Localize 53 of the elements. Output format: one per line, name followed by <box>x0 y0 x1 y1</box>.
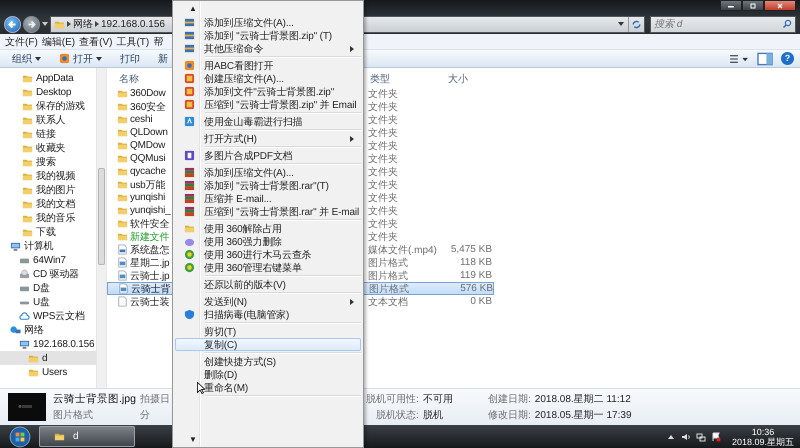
file-name: 软件安全 <box>130 218 170 230</box>
file-type: 文本文档 <box>368 296 409 308</box>
clock-time: 10:36 <box>752 426 774 436</box>
file-type: 文件夹 <box>368 204 399 218</box>
file-type: 文件夹 <box>368 114 399 126</box>
file-type: 图片格式 <box>53 408 94 422</box>
property-label: 修改日期: <box>488 408 531 422</box>
file-type: 文件夹 <box>368 152 399 166</box>
file-name: QLDown <box>130 127 168 138</box>
file-size: 118 KB <box>458 257 492 268</box>
file-type: 文件夹 <box>368 140 399 152</box>
file-name: yunqishi <box>130 192 166 203</box>
file-type: 媒体文件(.mp4) <box>368 244 438 256</box>
file-name: 360安全 <box>130 100 166 114</box>
file-name: 新建文件 <box>130 230 170 244</box>
file-type: 文件夹 <box>368 218 399 230</box>
file-type: 文件夹 <box>368 100 399 114</box>
file-type: 文件夹 <box>368 126 399 140</box>
file-type: 图片格式 <box>369 282 410 296</box>
file-type: 文件夹 <box>368 230 399 244</box>
property-label: 创建日期: <box>488 392 531 406</box>
file-name: usb万能 <box>130 178 166 192</box>
property-label: 分 <box>140 409 151 422</box>
file-size: 0 KB <box>469 296 492 307</box>
file-name: qycache <box>130 166 166 177</box>
file-name: 星期二.jp <box>130 256 170 270</box>
file-name: 360Dow <box>130 88 166 99</box>
file-size: 576 KB <box>459 283 493 294</box>
property-label: 脱机状态: <box>375 408 419 422</box>
file-name: 系统盘怎 <box>130 244 170 256</box>
file-name: 云骑士背景图.jpg <box>53 392 136 406</box>
file-type: 文件夹 <box>368 88 399 100</box>
file-name: 云骑士装 <box>130 296 170 308</box>
property-value: 脱机 <box>422 408 444 422</box>
file-name: 云骑士.jp <box>130 270 170 282</box>
property-label: 拍摄日 <box>140 392 170 406</box>
file-type: 图片格式 <box>368 256 409 270</box>
file-name: QMDow <box>130 140 166 151</box>
file-size: 5,475 KB <box>450 244 492 255</box>
property-value: 2018.08.星期二 11:12 <box>534 392 632 406</box>
file-name: 云骑士背 <box>131 282 170 296</box>
file-type: 图片格式 <box>368 270 409 282</box>
file-type: 文件夹 <box>368 178 399 192</box>
clock-date: 2018.09.星期五 <box>732 436 794 446</box>
file-name: yunqishi_ <box>130 205 170 216</box>
file-type: 文件夹 <box>368 166 399 178</box>
property-value: 不可用 <box>422 393 453 406</box>
property-label: 脱机可用性: <box>366 392 419 406</box>
file-type: 文件夹 <box>368 192 399 204</box>
file-name: QQMusi <box>130 153 166 164</box>
property-value: 2018.05.星期一 17:39 <box>534 408 632 422</box>
file-size: 119 KB <box>458 270 492 281</box>
file-name: ceshi <box>130 114 152 125</box>
